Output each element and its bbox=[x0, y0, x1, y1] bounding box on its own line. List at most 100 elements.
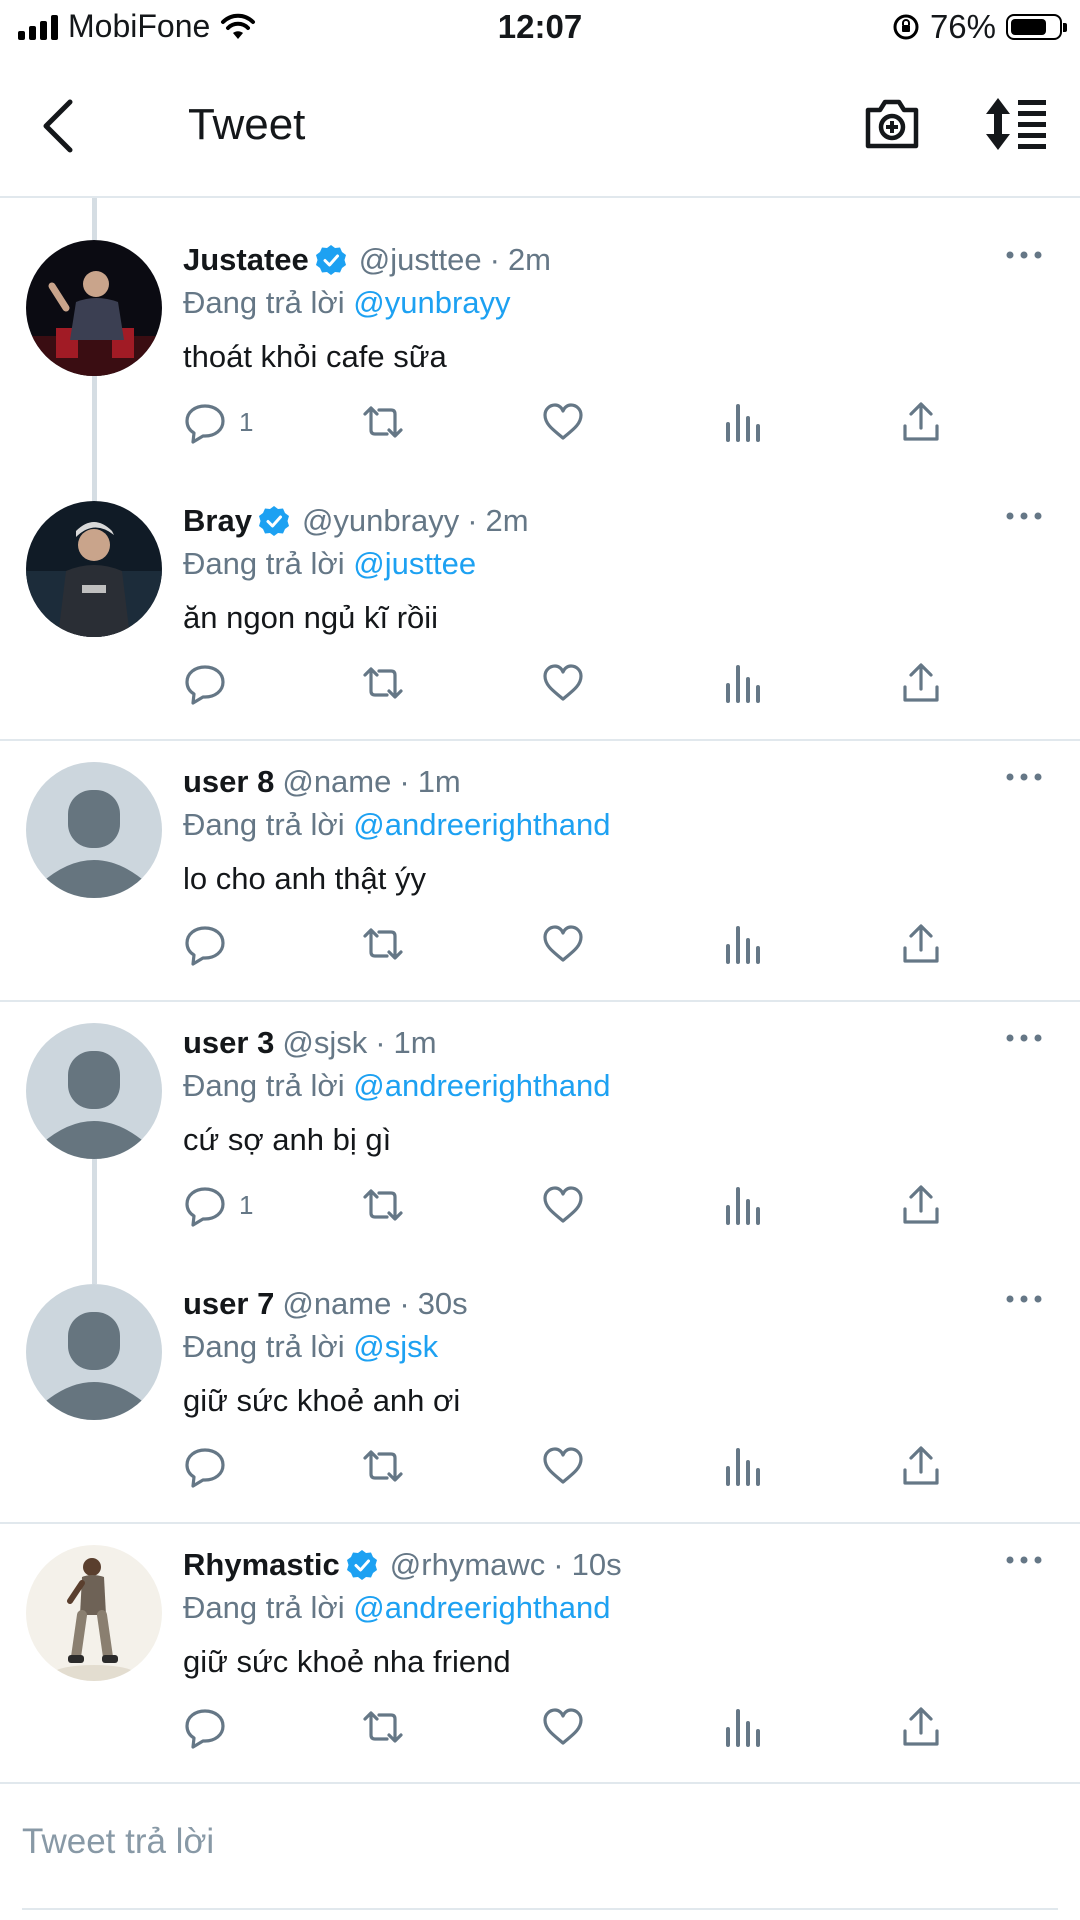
composer-underline bbox=[22, 1908, 1058, 1910]
like-button[interactable] bbox=[541, 1442, 585, 1490]
separator-dot: · bbox=[489, 242, 500, 277]
avatar[interactable] bbox=[26, 1545, 162, 1681]
reply-icon bbox=[185, 1187, 225, 1227]
tweet-actions bbox=[183, 1703, 983, 1751]
reply-label: Đang trả lời bbox=[183, 1068, 345, 1103]
analytics-icon bbox=[726, 1187, 760, 1225]
reply-context: Đang trả lời @yunbrayy bbox=[183, 285, 511, 321]
share-button[interactable] bbox=[899, 398, 943, 446]
like-button[interactable] bbox=[541, 1181, 585, 1229]
display-name[interactable]: user 8 bbox=[183, 764, 274, 800]
reply-mention-link[interactable]: @andreerighthand bbox=[353, 1590, 610, 1625]
like-button[interactable] bbox=[541, 920, 585, 968]
tweet[interactable]: Bray @yunbrayy · 2m Đang trả lời @justte… bbox=[0, 459, 1080, 720]
default-avatar-icon bbox=[26, 1023, 162, 1159]
user-handle: @sjsk bbox=[282, 1025, 368, 1060]
tweet-actions: 1 bbox=[183, 398, 983, 446]
share-button[interactable] bbox=[899, 920, 943, 968]
retweet-icon bbox=[363, 1189, 403, 1221]
tweet-header: user 3 @sjsk · 1m bbox=[183, 1025, 437, 1061]
retweet-button[interactable] bbox=[361, 659, 405, 707]
retweet-button[interactable] bbox=[361, 1181, 405, 1229]
more-options-icon[interactable] bbox=[1004, 1031, 1044, 1045]
analytics-button[interactable] bbox=[721, 1442, 765, 1490]
tweet[interactable]: Justatee @justtee · 2m Đang trả lời @yun… bbox=[0, 198, 1080, 459]
reply-input[interactable] bbox=[22, 1814, 1058, 1870]
reply-count: 1 bbox=[239, 406, 254, 437]
tweet-time: 30s bbox=[417, 1286, 468, 1321]
analytics-button[interactable] bbox=[721, 920, 765, 968]
reply-button[interactable] bbox=[183, 659, 239, 707]
more-options-icon[interactable] bbox=[1004, 248, 1044, 262]
analytics-icon bbox=[726, 1448, 760, 1486]
display-name[interactable]: Bray bbox=[183, 503, 252, 539]
more-options-icon[interactable] bbox=[1004, 770, 1044, 784]
tweet-time: 2m bbox=[485, 503, 529, 538]
retweet-button[interactable] bbox=[361, 1442, 405, 1490]
retweet-button[interactable] bbox=[361, 398, 405, 446]
avatar[interactable] bbox=[26, 501, 162, 637]
retweet-button[interactable] bbox=[361, 1703, 405, 1751]
like-button[interactable] bbox=[541, 659, 585, 707]
tweet[interactable]: user 7 @name · 30s Đang trả lời @sjsk gi… bbox=[0, 1242, 1080, 1503]
separator-dot: · bbox=[553, 1547, 564, 1582]
verified-badge-icon bbox=[315, 245, 346, 275]
tweet[interactable]: user 8 @name · 1m Đang trả lời @andreeri… bbox=[0, 720, 1080, 981]
analytics-button[interactable] bbox=[721, 1703, 765, 1751]
retweet-icon bbox=[363, 406, 403, 438]
analytics-button[interactable] bbox=[721, 659, 765, 707]
analytics-button[interactable] bbox=[721, 398, 765, 446]
analytics-icon bbox=[726, 1709, 760, 1747]
retweet-icon bbox=[363, 928, 403, 960]
analytics-button[interactable] bbox=[721, 1181, 765, 1229]
reply-mention-link[interactable]: @justtee bbox=[353, 546, 476, 581]
separator-dot: · bbox=[375, 1025, 386, 1060]
like-button[interactable] bbox=[541, 1703, 585, 1751]
reply-mention-link[interactable]: @andreerighthand bbox=[353, 807, 610, 842]
reply-mention-link[interactable]: @sjsk bbox=[353, 1329, 438, 1364]
avatar[interactable] bbox=[26, 1284, 162, 1420]
more-options-icon[interactable] bbox=[1004, 509, 1044, 523]
tweet-text: giữ sức khoẻ anh ơi bbox=[183, 1383, 461, 1418]
tweet[interactable]: user 3 @sjsk · 1m Đang trả lời @andreeri… bbox=[0, 981, 1080, 1242]
reply-icon bbox=[185, 926, 225, 966]
retweet-button[interactable] bbox=[361, 920, 405, 968]
heart-icon bbox=[543, 1708, 583, 1745]
heart-icon bbox=[543, 403, 583, 440]
user-handle: @name bbox=[282, 1286, 392, 1321]
display-name[interactable]: user 3 bbox=[183, 1025, 274, 1061]
tweet-time: 1m bbox=[393, 1025, 437, 1060]
sort-icon[interactable] bbox=[984, 96, 1050, 152]
reply-label: Đang trả lời bbox=[183, 1329, 345, 1364]
avatar[interactable] bbox=[26, 240, 162, 376]
display-name[interactable]: Justatee bbox=[183, 242, 309, 278]
back-chevron-icon[interactable] bbox=[34, 96, 84, 156]
tweet[interactable]: Rhymastic @rhymawc · 10s Đang trả lời @a… bbox=[0, 1503, 1080, 1764]
share-icon bbox=[903, 1707, 939, 1746]
reply-button[interactable] bbox=[183, 920, 239, 968]
more-options-icon[interactable] bbox=[1004, 1292, 1044, 1306]
separator-dot: · bbox=[399, 1286, 410, 1321]
share-button[interactable] bbox=[899, 1703, 943, 1751]
reply-button[interactable]: 1 bbox=[183, 398, 253, 446]
reply-button[interactable] bbox=[183, 1703, 239, 1751]
like-button[interactable] bbox=[541, 398, 585, 446]
verified-badge-icon bbox=[346, 1550, 377, 1580]
avatar[interactable] bbox=[26, 762, 162, 898]
avatar[interactable] bbox=[26, 1023, 162, 1159]
reply-icon bbox=[185, 665, 225, 705]
analytics-icon bbox=[726, 404, 760, 442]
tweet-text: giữ sức khoẻ nha friend bbox=[183, 1644, 511, 1679]
reply-button[interactable] bbox=[183, 1442, 239, 1490]
share-button[interactable] bbox=[899, 659, 943, 707]
display-name[interactable]: user 7 bbox=[183, 1286, 274, 1322]
more-options-icon[interactable] bbox=[1004, 1553, 1044, 1567]
camera-icon[interactable] bbox=[862, 96, 922, 152]
heart-icon bbox=[543, 1447, 583, 1484]
share-button[interactable] bbox=[899, 1181, 943, 1229]
display-name[interactable]: Rhymastic bbox=[183, 1547, 340, 1583]
reply-mention-link[interactable]: @yunbrayy bbox=[353, 285, 510, 320]
reply-mention-link[interactable]: @andreerighthand bbox=[353, 1068, 610, 1103]
reply-button[interactable]: 1 bbox=[183, 1181, 253, 1229]
share-button[interactable] bbox=[899, 1442, 943, 1490]
